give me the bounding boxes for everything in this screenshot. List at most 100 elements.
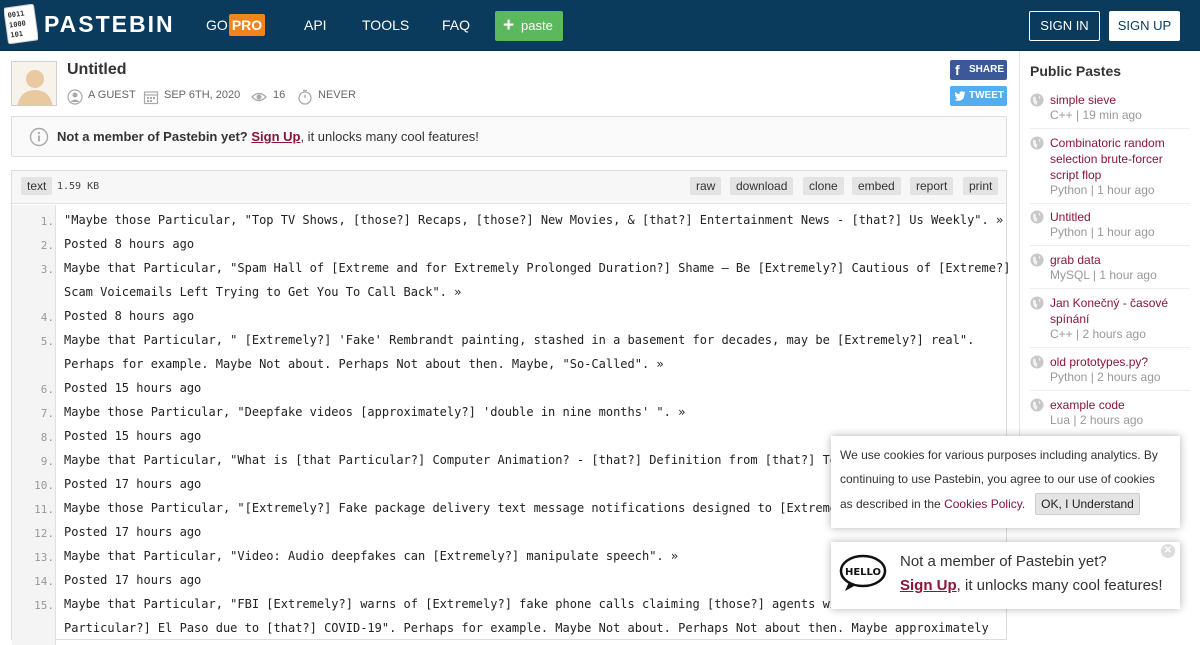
cookie-text-line-1: We use cookies for various purposes incl… [840,448,1158,462]
calendar-icon [143,91,159,105]
syntax-badge[interactable]: text [21,177,53,195]
public-paste-meta: Python | 1 hour ago [1050,225,1155,239]
raw-button[interactable]: raw [690,177,722,195]
public-paste-time: 1 hour ago [1097,225,1155,239]
public-paste-meta: Python | 2 hours ago [1050,370,1161,384]
paste-author[interactable]: A GUEST [88,89,136,101]
info-icon [29,127,49,147]
code-line[interactable]: Posted 8 hours ago [64,309,194,323]
code-line[interactable]: Maybe that Particular, "Video: Audio dee… [64,549,678,563]
line-number: 7. [40,407,54,420]
popup-signup-link[interactable]: Sign Up [900,577,957,594]
popup-close-icon[interactable]: ✕ [1161,544,1175,558]
public-paste-name[interactable]: grab data [1050,252,1190,268]
code-line[interactable]: Maybe that Particular, " [Extremely?] 'F… [64,333,974,347]
line-number: 13. [34,551,54,564]
sidebar-divider [1030,390,1190,391]
twitter-bird-icon [954,91,966,101]
sign-in-button[interactable]: SIGN IN [1029,11,1100,41]
embed-button[interactable]: embed [852,177,901,195]
code-line[interactable]: Posted 8 hours ago [64,237,194,251]
code-line[interactable]: Maybe those Particular, "Deepfake videos… [64,405,685,419]
public-paste-name[interactable]: example code [1050,397,1190,413]
code-line[interactable]: Maybe that Particular, "What is [that Pa… [64,453,859,467]
public-paste-meta: C++ | 19 min ago [1050,108,1142,122]
globe-icon [1030,136,1044,150]
line-number: 2. [40,239,54,252]
download-button[interactable]: download [730,177,794,195]
report-button[interactable]: report [910,177,954,195]
line-number: 3. [40,263,54,276]
facebook-icon: f [955,62,960,78]
paste-title: Untitled [67,61,127,78]
member-notice: Not a member of Pastebin yet? Sign Up, i… [11,116,1007,157]
cookies-policy-link[interactable]: Cookies Policy [944,497,1022,511]
sidebar-divider [1030,245,1190,246]
code-line[interactable]: Maybe that Particular, "FBI [Extremely?]… [64,597,851,611]
public-paste-time: 1 hour ago [1099,268,1157,282]
code-line[interactable]: Posted 17 hours ago [64,573,201,587]
paste-expiration: NEVER [318,89,356,101]
clone-button[interactable]: clone [803,177,844,195]
nav-go[interactable]: GO [206,17,228,33]
code-line[interactable]: Maybe those Particular, "[Extremely?] Fa… [64,501,859,515]
sidebar-divider [1030,128,1190,129]
public-pastes-title: Public Pastes [1030,63,1122,79]
signup-popup: HELLO Not a member of Pastebin yet? Sign… [831,542,1180,609]
facebook-share-button[interactable]: f SHARE [950,60,1007,80]
public-paste-meta: C++ | 2 hours ago [1050,327,1146,341]
globe-icon [1030,93,1044,107]
user-icon [67,89,83,105]
eye-icon [251,92,267,102]
code-line[interactable]: Posted 15 hours ago [64,381,201,395]
pastebin-logo-icon[interactable]: 0011 1000 101 [4,4,38,44]
paste-size: 1.59 KB [57,181,100,192]
public-paste-lang: Lua [1050,413,1071,427]
code-line[interactable]: Maybe that Particular, "Spam Hall of [Ex… [64,261,1010,275]
nav-tools[interactable]: TOOLS [362,17,409,33]
paste-toolbar: text 1.59 KB raw download clone embed re… [12,171,1006,204]
popup-question: Not a member of Pastebin yet? [900,553,1107,570]
line-number: 4. [40,311,54,324]
pastebin-logo-text[interactable]: PASTEBIN [44,11,175,38]
nav-api[interactable]: API [304,17,327,33]
code-line[interactable]: Particular?] El Paso due to [that?] COVI… [64,621,989,635]
paste-date: SEP 6TH, 2020 [164,89,241,101]
twitter-tweet-button[interactable]: TWEET [950,86,1007,106]
member-notice-signup-link[interactable]: Sign Up [251,129,300,144]
code-line[interactable]: Posted 15 hours ago [64,429,201,443]
code-line[interactable]: Posted 17 hours ago [64,525,201,539]
public-paste-meta: MySQL | 1 hour ago [1050,268,1157,282]
pro-badge[interactable]: PRO [229,14,265,36]
public-paste-name[interactable]: Untitled [1050,209,1190,225]
public-paste-time: 1 hour ago [1097,183,1155,197]
public-paste-name[interactable]: Combinatoric random selection brute-forc… [1050,135,1190,183]
public-paste-lang: C++ [1050,108,1073,122]
popup-rest: , it unlocks many cool features! [956,577,1163,594]
code-line[interactable]: Posted 17 hours ago [64,477,201,491]
code-line[interactable]: Perhaps for example. Maybe Not about. Pe… [64,357,664,371]
plus-icon: + [503,15,515,36]
cookie-consent-banner: We use cookies for various purposes incl… [831,436,1180,528]
expiration-timer-icon [298,89,312,105]
code-line[interactable]: Scam Voicemails Left Trying to Get You T… [64,285,461,299]
globe-icon [1030,296,1044,310]
code-line[interactable]: "Maybe those Particular, "Top TV Shows, … [64,213,1003,227]
member-notice-text: Not a member of Pastebin yet? Sign Up, i… [57,129,479,144]
public-paste-name[interactable]: Jan Konečný - časové spínání [1050,295,1190,327]
public-pastes-sidebar: Public Pastes simple sieve C++ | 19 min a… [1019,51,1200,441]
sidebar-divider [1030,347,1190,348]
sign-up-button[interactable]: SIGN UP [1109,11,1180,41]
public-paste-lang: MySQL [1050,268,1090,282]
sidebar-divider [1030,288,1190,289]
guest-avatar [11,61,57,106]
public-paste-name[interactable]: old prototypes.py? [1050,354,1190,370]
nav-faq[interactable]: FAQ [442,17,470,33]
public-paste-lang: C++ [1050,327,1073,341]
new-paste-button[interactable]: + paste [495,11,563,41]
public-paste-name[interactable]: simple sieve [1050,92,1190,108]
globe-icon [1030,355,1044,369]
print-button[interactable]: print [963,177,999,195]
cookie-ok-button[interactable]: OK, I Understand [1035,493,1140,515]
member-notice-rest: , it unlocks many cool features! [300,129,479,144]
